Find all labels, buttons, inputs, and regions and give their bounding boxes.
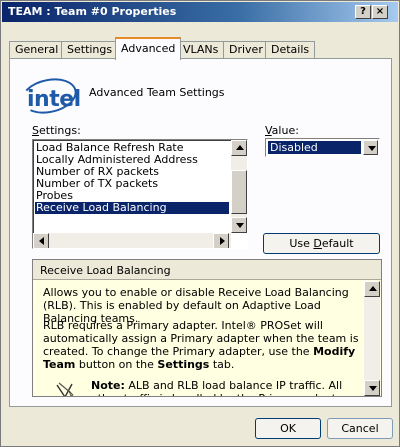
- scroll-up-button[interactable]: [231, 140, 247, 156]
- value-dropdown[interactable]: Disabled: [265, 138, 380, 157]
- description-vertical-scrollbar[interactable]: [364, 281, 380, 396]
- tab-advanced[interactable]: Advanced: [115, 37, 182, 60]
- up-arrow-icon: [369, 286, 377, 291]
- title-bar[interactable]: TEAM : Team #0 Properties ? ×: [2, 2, 398, 22]
- note-text: Note: ALB and RLB load balance IP traffi…: [91, 379, 350, 396]
- scroll-right-button[interactable]: [213, 233, 229, 248]
- right-arrow-icon: [220, 237, 225, 245]
- tab-driver[interactable]: Driver: [223, 41, 269, 59]
- list-item-selected[interactable]: Receive Load Balancing: [35, 202, 229, 214]
- use-default-button[interactable]: Use Default: [263, 233, 380, 254]
- description-header: Receive Load Balancing: [33, 260, 381, 280]
- settings-listbox[interactable]: Load Balance Refresh Rate Locally Admini…: [32, 139, 248, 249]
- tab-general[interactable]: General: [9, 41, 65, 59]
- description-paragraph-rlb: RLB requires a Primary adapter. Intel® P…: [43, 319, 359, 371]
- properties-dialog: TEAM : Team #0 Properties ? × General Se…: [0, 0, 400, 447]
- window-title: TEAM : Team #0 Properties: [8, 5, 177, 18]
- help-button[interactable]: ?: [355, 5, 371, 19]
- settings-label: Settings:: [32, 124, 81, 137]
- section-heading: Advanced Team Settings: [89, 86, 225, 99]
- scroll-down-button[interactable]: [364, 380, 380, 396]
- scroll-down-button[interactable]: [231, 217, 247, 233]
- cancel-button[interactable]: Cancel: [327, 418, 393, 439]
- dropdown-button[interactable]: [363, 140, 378, 155]
- settings-horizontal-scrollbar[interactable]: [33, 233, 231, 248]
- value-dropdown-selected: Disabled: [268, 141, 361, 154]
- scroll-thumb[interactable]: [231, 170, 247, 214]
- tab-settings[interactable]: Settings: [61, 41, 119, 59]
- tab-vlans[interactable]: VLANs: [177, 41, 225, 59]
- description-panel: Receive Load Balancing Allows you to ena…: [32, 259, 382, 397]
- note-pencil-icon: [56, 382, 74, 396]
- down-arrow-icon: [236, 223, 244, 228]
- scroll-left-button[interactable]: [33, 233, 49, 248]
- intel-logo-text: intel: [27, 87, 81, 112]
- close-button[interactable]: ×: [372, 5, 388, 19]
- tab-details[interactable]: Details: [265, 41, 316, 59]
- up-arrow-icon: [236, 145, 244, 150]
- settings-vertical-scrollbar[interactable]: [231, 140, 247, 233]
- advanced-tab-panel: intel Advanced Team Settings Settings: L…: [9, 58, 392, 407]
- ok-button[interactable]: OK: [255, 418, 321, 439]
- down-arrow-icon: [369, 386, 377, 391]
- scroll-up-button[interactable]: [364, 281, 380, 297]
- value-label: Value:: [265, 124, 299, 137]
- chevron-down-icon: [368, 146, 376, 151]
- left-arrow-icon: [39, 237, 44, 245]
- description-body: Allows you to enable or disable Receive …: [33, 281, 364, 396]
